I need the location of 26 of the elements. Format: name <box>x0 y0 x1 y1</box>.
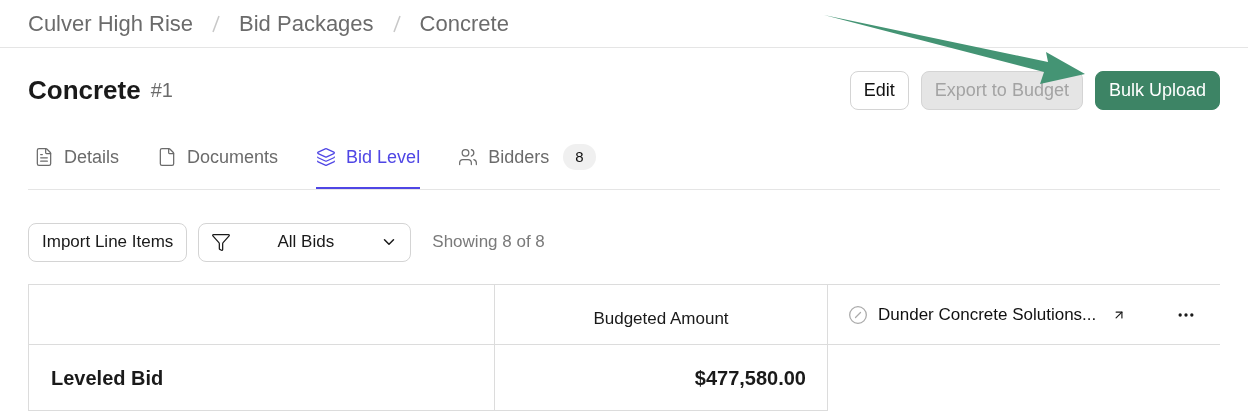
count-badge: 8 <box>563 143 596 171</box>
breadcrumb-separator-icon <box>391 13 402 34</box>
document-icon <box>34 147 54 167</box>
tab[interactable]: Documents <box>157 131 279 189</box>
action-button[interactable]: Bulk Upload <box>1094 70 1220 110</box>
layers-icon <box>316 147 337 167</box>
page-title: Concrete <box>28 73 141 107</box>
action-button[interactable]: Edit <box>849 70 909 110</box>
showing-count: Showing 8 of 8 <box>432 231 545 254</box>
tab[interactable]: Details <box>34 131 120 189</box>
no-status-icon <box>848 304 868 325</box>
row-label: Leveled Bid <box>51 365 164 391</box>
bid-filter-dropdown[interactable]: All Bids <box>198 222 412 262</box>
bidder-name[interactable]: Dunder Concrete Solutions... <box>878 301 1097 328</box>
tab[interactable]: Bid Level <box>316 131 421 189</box>
users-icon <box>458 147 479 167</box>
filter-icon <box>211 232 232 252</box>
breadcrumb-item[interactable]: Culver High Rise <box>28 7 194 40</box>
tab[interactable]: Bidders 8 <box>458 131 596 189</box>
breadcrumb-separator-icon <box>211 13 222 34</box>
import-button[interactable]: Import Line Items <box>28 222 188 262</box>
amount-cell-text: $477,580.00 <box>694 365 806 391</box>
breadcrumb-item: Concrete <box>419 10 509 38</box>
breadcrumb-item[interactable]: Bid Packages <box>239 7 374 40</box>
column-header: Budgeted Amount <box>593 307 729 330</box>
page-number: #1 <box>150 78 173 103</box>
